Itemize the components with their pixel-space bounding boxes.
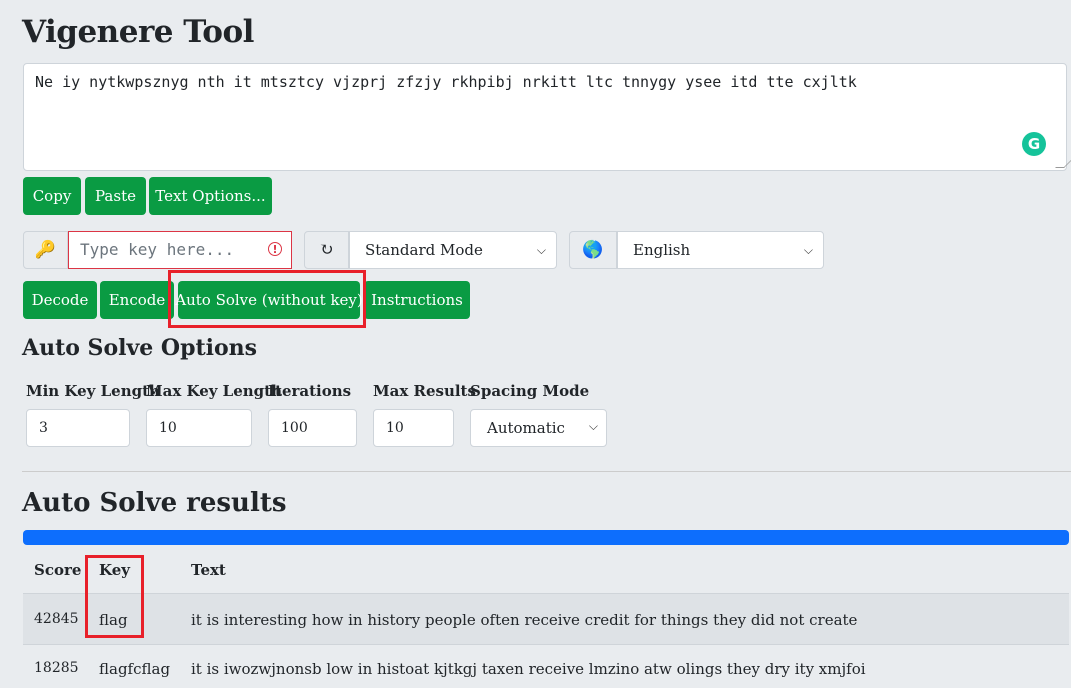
ciphertext-textarea[interactable]: Ne iy nytkwpsznyg nth it mtsztcy vjzprj … [23,63,1071,171]
iterations-label: Iterations [268,382,352,400]
column-header-text: Text [191,561,226,579]
chevron-down-icon: ⌵ [803,242,813,257]
paste-button[interactable]: Paste [85,177,146,215]
ciphertext-value: Ne iy nytkwpsznyg nth it mtsztcy vjzprj … [35,73,857,91]
language-select-group: 🌎 English ⌵ [569,231,824,269]
spacing-mode-select[interactable]: Automatic ⌵ [470,409,607,447]
progress-bar [23,530,1069,545]
copy-button[interactable]: Copy [23,177,81,215]
row-score: 18285 [34,660,79,676]
row-text: it is iwozwjnonsb low in histoat kjtkgj … [191,660,866,678]
globe-icon: 🌎 [569,231,617,269]
key-icon: 🔑 [23,231,68,269]
column-header-score: Score [34,561,82,579]
encode-button[interactable]: Encode [100,281,174,319]
text-options-button[interactable]: Text Options... [149,177,272,215]
auto-solve-options-title: Auto Solve Options [22,335,258,361]
row-key: flagfcflag [99,660,171,678]
chevron-down-icon: ⌵ [536,242,546,257]
row-score: 42845 [34,611,79,627]
key-column-highlight [85,555,144,638]
resize-handle-icon[interactable] [1055,159,1071,168]
auto-solve-results-title: Auto Solve results [22,488,287,518]
row-text: it is interesting how in history people … [191,611,858,629]
iterations-input[interactable]: 100 [268,409,357,447]
max-key-length-input[interactable]: 10 [146,409,252,447]
key-input-group: 🔑 Type key here... ! [23,231,292,269]
chevron-down-icon: ⌵ [588,419,598,433]
mode-select-group: ↻ Standard Mode ⌵ [304,231,557,269]
spacing-mode-label: Spacing Mode [470,382,590,400]
instructions-button[interactable]: Instructions [364,281,470,319]
key-input[interactable]: Type key here... ! [68,231,292,269]
decode-button[interactable]: Decode [23,281,97,319]
min-key-length-input[interactable]: 3 [26,409,130,447]
language-select[interactable]: English ⌵ [617,231,824,269]
max-results-label: Max Results [373,382,476,400]
refresh-icon: ↻ [304,231,349,269]
spacing-mode-value: Automatic [487,419,565,437]
key-placeholder: Type key here... [80,240,235,259]
warning-icon: ! [268,242,282,256]
grammarly-icon[interactable]: G [1022,132,1046,156]
min-key-length-label: Min Key Length [26,382,160,400]
mode-select-value: Standard Mode [365,241,483,259]
language-select-value: English [633,241,691,259]
max-key-length-label: Max Key Length [146,382,282,400]
page-title: Vigenere Tool [22,14,254,50]
mode-select[interactable]: Standard Mode ⌵ [349,231,557,269]
auto-solve-highlight [168,270,366,328]
section-divider [22,471,1071,472]
table-divider [23,644,1069,645]
max-results-input[interactable]: 10 [373,409,454,447]
